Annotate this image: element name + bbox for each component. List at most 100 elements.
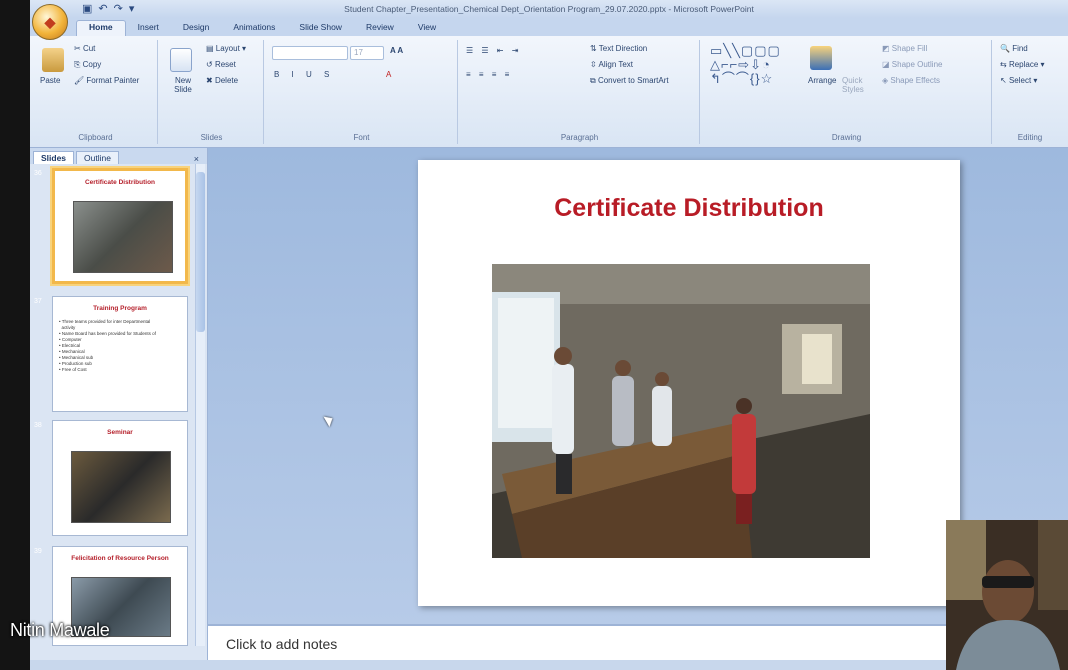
reset-label: Reset	[214, 60, 236, 69]
thumbnail-photo	[71, 451, 171, 523]
layout-button[interactable]: ▤ Layout ▾	[206, 44, 246, 53]
mouse-pointer-icon	[323, 413, 336, 427]
thumbnail-title: Seminar	[107, 429, 133, 436]
shape-outline-button[interactable]: ◪ Shape Outline	[882, 60, 942, 69]
replace-button[interactable]: ⇆ Replace ▾	[1000, 60, 1045, 69]
save-icon[interactable]: ▣	[82, 2, 92, 15]
editing-group: 🔍 Find ⇆ Replace ▾ ↖ Select ▾ Editing	[994, 40, 1066, 144]
font-group: 17 A A B I U S A Font	[266, 40, 458, 144]
tab-slide-show[interactable]: Slide Show	[287, 20, 354, 36]
customize-icon[interactable]: ▾	[129, 2, 135, 15]
slides-scrollbar[interactable]	[195, 164, 205, 646]
replace-label: Replace	[1008, 60, 1039, 69]
new-slide-icon[interactable]	[170, 48, 192, 72]
find-button[interactable]: 🔍 Find	[1000, 44, 1028, 53]
list-buttons[interactable]: ☰ ☰ ⇤ ⇥	[466, 46, 521, 55]
format-buttons[interactable]: B I U S	[274, 70, 334, 79]
thumbnail-frame[interactable]: Training Program • Three teams provided …	[52, 296, 188, 412]
quick-styles-button[interactable]: Quick Styles	[842, 76, 870, 94]
cut-label: Cut	[82, 44, 96, 53]
slides-pane: Slides Outline × 36 Certificate Distribu…	[30, 148, 208, 670]
format-painter-label: Format Painter	[86, 76, 140, 85]
tab-home[interactable]: Home	[76, 20, 126, 36]
drawing-group: ▭╲╲▢▢▢ △⌐⌐⇨⇩◔ ↰⌒⌒{}☆ Arrange Quick Styles …	[702, 40, 992, 144]
align-text-button[interactable]: ⇳ Align Text	[590, 60, 633, 69]
thumbnail-photo	[73, 201, 173, 273]
powerpoint-window: Student Chapter_Presentation_Chemical De…	[30, 0, 1068, 670]
tab-outline[interactable]: Outline	[76, 151, 119, 164]
layout-label: Layout	[215, 44, 240, 53]
delete-label: Delete	[214, 76, 239, 85]
smartart-button[interactable]: ⧉ Convert to SmartArt	[590, 76, 669, 86]
clipboard-label: Clipboard	[78, 133, 113, 142]
notes-pane[interactable]: Click to add notes	[208, 624, 1068, 660]
find-label: Find	[1012, 44, 1028, 53]
smartart-label: Convert to SmartArt	[597, 76, 669, 85]
font-color-icon[interactable]: A	[386, 70, 391, 79]
editing-label: Editing	[1017, 133, 1043, 142]
current-slide[interactable]: Certificate Distribution	[418, 160, 960, 606]
select-label: Select	[1008, 76, 1032, 85]
notes-placeholder[interactable]: Click to add notes	[226, 636, 337, 652]
window-title: Student Chapter_Presentation_Chemical De…	[344, 4, 754, 14]
undo-icon[interactable]: ↶	[98, 2, 107, 15]
text-direction-button[interactable]: ⇅ Text Direction	[590, 44, 647, 53]
font-size-combo[interactable]: 17	[350, 46, 384, 60]
thumbnail-title: Training Program	[93, 305, 147, 312]
select-button[interactable]: ↖ Select ▾	[1000, 76, 1037, 85]
align-text-label: Align Text	[598, 60, 634, 69]
slide-number: 37	[34, 298, 42, 305]
shape-fill-button[interactable]: ◩ Shape Fill	[882, 44, 927, 53]
align-buttons[interactable]: ≡ ≡ ≡ ≡	[466, 70, 512, 79]
thumbnail-list: • Three teams provided for inter Departm…	[59, 319, 156, 372]
drawing-label: Drawing	[831, 133, 862, 142]
paragraph-group: ☰ ☰ ⇤ ⇥ ≡ ≡ ≡ ≡ ⇅ Text Direction ⇳ Align…	[460, 40, 700, 144]
close-pane-icon[interactable]: ×	[194, 154, 199, 164]
shape-fill-label: Shape Fill	[891, 44, 928, 53]
tab-design[interactable]: Design	[171, 20, 221, 36]
tab-slides[interactable]: Slides	[33, 151, 75, 164]
copy-label: Copy	[82, 60, 102, 69]
tab-insert[interactable]: Insert	[126, 20, 171, 36]
text-direction-label: Text Direction	[598, 44, 648, 53]
reset-button[interactable]: ↺ Reset	[206, 60, 236, 69]
thumbnail-frame[interactable]: Certificate Distribution	[52, 168, 188, 284]
delete-button[interactable]: ✖ Delete	[206, 76, 238, 85]
arrange-icon[interactable]	[810, 46, 832, 70]
slide-number: 36	[34, 170, 42, 177]
ribbon-tabs: Home Insert Design Animations Slide Show…	[30, 18, 1068, 36]
shape-effects-button[interactable]: ◈ Shape Effects	[882, 76, 940, 85]
slide-editor: Certificate Distribution	[208, 148, 1068, 624]
format-painter-button[interactable]: 🖌 Format Painter	[74, 76, 139, 85]
thumbnail-frame[interactable]: Seminar	[52, 420, 188, 536]
grow-font-icon[interactable]: A A	[390, 46, 403, 55]
new-slide-button[interactable]: New Slide	[166, 76, 200, 94]
redo-icon[interactable]: ↷	[114, 2, 123, 15]
shapes-gallery[interactable]: ▭╲╲▢▢▢ △⌐⌐⇨⇩◔ ↰⌒⌒{}☆	[710, 44, 781, 86]
webcam-video	[946, 520, 1068, 670]
slides-group: New Slide ▤ Layout ▾ ↺ Reset ✖ Delete Sl…	[160, 40, 264, 144]
thumbnail-title: Certificate Distribution	[84, 179, 156, 186]
office-logo-icon[interactable]: ◆	[32, 4, 68, 40]
tab-animations[interactable]: Animations	[221, 20, 287, 36]
participant-name: Nitin Mawale	[10, 620, 110, 640]
slide-number: 39	[34, 548, 42, 555]
pane-tabs: Slides Outline ×	[30, 148, 207, 164]
slide-photo[interactable]	[492, 264, 870, 558]
paste-icon[interactable]	[42, 48, 64, 72]
shape-effects-label: Shape Effects	[890, 76, 941, 85]
thumbnail-title: Felicitation of Resource Person	[71, 555, 169, 562]
font-name-combo[interactable]	[272, 46, 348, 60]
tab-view[interactable]: View	[406, 20, 448, 36]
arrange-button[interactable]: Arrange	[808, 76, 836, 85]
scrollbar-thumb[interactable]	[196, 172, 205, 332]
paste-button[interactable]: Paste	[40, 76, 60, 85]
paragraph-label: Paragraph	[560, 133, 599, 142]
title-bar: Student Chapter_Presentation_Chemical De…	[30, 0, 1068, 18]
copy-button[interactable]: ⎘ Copy	[74, 60, 101, 70]
shape-outline-label: Shape Outline	[891, 60, 943, 69]
tab-review[interactable]: Review	[354, 20, 406, 36]
cut-button[interactable]: ✂ Cut	[74, 44, 95, 53]
slide-title[interactable]: Certificate Distribution	[418, 194, 960, 223]
clipboard-group: Paste ✂ Cut ⎘ Copy 🖌 Format Painter Clip…	[34, 40, 158, 144]
